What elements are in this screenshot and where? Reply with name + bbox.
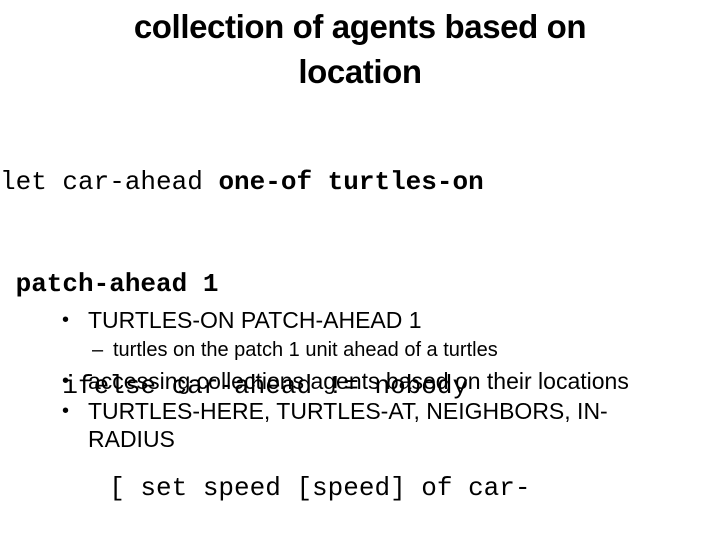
dash-marker-icon: –	[92, 339, 104, 361]
slide-canvas: collection of agents based on location l…	[0, 0, 720, 540]
code-line-1-regular: let car-ahead	[0, 167, 219, 197]
list-item: • TURTLES-HERE, TURTLES-AT, NEIGHBORS, I…	[0, 397, 720, 453]
list-item-label: TURTLES-ON PATCH-AHEAD 1	[88, 307, 422, 333]
sub-list-item-label: turtles on the patch 1 unit ahead of a t…	[113, 339, 498, 361]
sub-list-item: – turtles on the patch 1 unit ahead of a…	[0, 337, 720, 363]
page-title: collection of agents based on location	[0, 4, 720, 94]
bullet-marker-icon: •	[62, 370, 70, 392]
bullet-list: • TURTLES-ON PATCH-AHEAD 1 – turtles on …	[0, 306, 720, 455]
code-line-2-bold: patch-ahead 1	[0, 269, 219, 299]
list-item: • TURTLES-ON PATCH-AHEAD 1	[0, 306, 720, 334]
bullet-marker-icon: •	[62, 400, 70, 422]
list-item: • accessing collections agents based on …	[0, 367, 720, 395]
code-line-4: [ set speed [speed] of car-	[0, 471, 720, 505]
code-line-4-regular: [ set speed [speed] of car-	[0, 473, 531, 503]
code-line-2: patch-ahead 1	[0, 267, 720, 301]
list-item-label: accessing collections agents based on th…	[88, 368, 629, 394]
code-line-1-bold: one-of turtles-on	[218, 167, 484, 197]
page-title-line-1: collection of agents based on	[133, 8, 587, 45]
code-line-1: let car-ahead one-of turtles-on	[0, 165, 720, 199]
page-title-line-2: location	[298, 53, 422, 90]
bullet-marker-icon: •	[62, 309, 70, 331]
list-item-label: TURTLES-HERE, TURTLES-AT, NEIGHBORS, IN-…	[88, 398, 608, 452]
